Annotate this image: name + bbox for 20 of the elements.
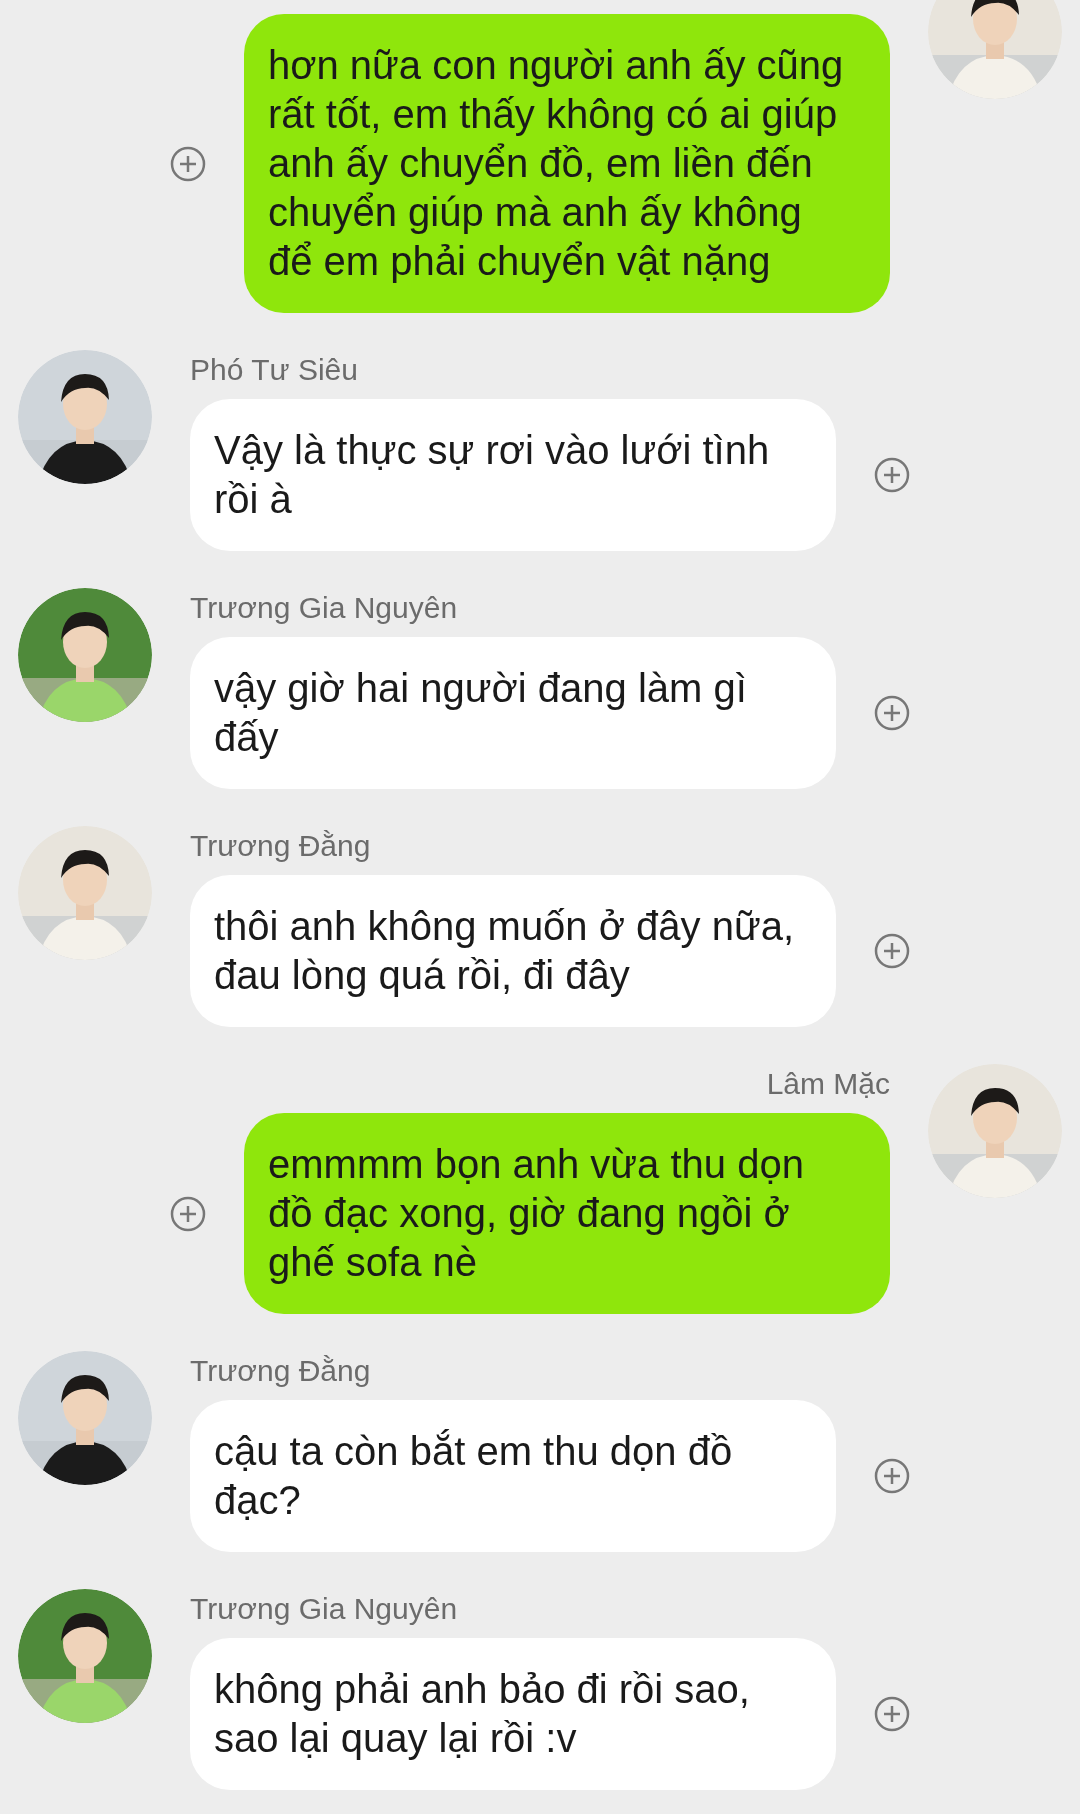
sender-name: Phó Tư Siêu <box>190 352 358 388</box>
sender-name: Lâm Mặc <box>766 1066 890 1102</box>
sender-name: Trương Gia Nguyên <box>190 1591 458 1627</box>
add-icon[interactable] <box>874 457 910 493</box>
message-bubble: hơn nữa con người anh ấy cũng rất tốt, em thấy không có ai giúp anh ấy chuyển đồ, em liền đến chuyển giúp mà anh ấy không để em phải chuyển vật nặng <box>244 14 890 313</box>
add-icon[interactable] <box>170 1195 206 1232</box>
add-icon[interactable] <box>874 933 910 969</box>
add-icon[interactable] <box>170 145 206 182</box>
sender-name: Trương Đằng <box>190 1353 371 1389</box>
message-bubble: Vậy là thực sự rơi vào lưới tình rồi à <box>190 399 836 551</box>
sender-name: Trương Gia Nguyên <box>190 590 458 626</box>
add-icon[interactable] <box>874 1696 910 1732</box>
sender-name: Trương Đằng <box>190 828 371 864</box>
message-bubble: thôi anh không muốn ở đây nữa, đau lòng quá rồi, đi đây <box>190 875 836 1027</box>
message-bubble: emmmm bọn anh vừa thu dọn đồ đạc xong, giờ đang ngồi ở ghế sofa nè <box>244 1113 890 1314</box>
message-bubble: cậu ta còn bắt em thu dọn đồ đạc? <box>190 1400 836 1552</box>
message-bubble: vậy giờ hai người đang làm gì đấy <box>190 637 836 789</box>
add-icon[interactable] <box>874 1458 910 1494</box>
add-icon[interactable] <box>874 695 910 731</box>
message-bubble: không phải anh bảo đi rồi sao, sao lại quay lại rồi :v <box>190 1638 836 1790</box>
